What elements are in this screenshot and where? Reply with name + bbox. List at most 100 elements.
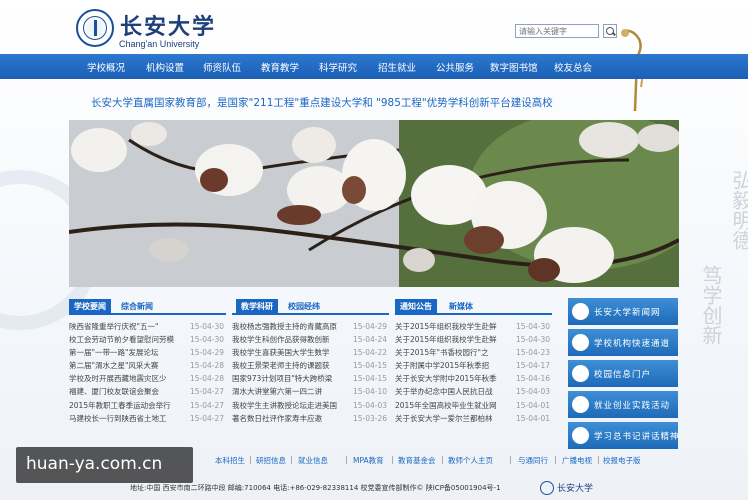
link-employment[interactable]: 就业信息	[298, 455, 328, 466]
list-item[interactable]: 渭水大讲堂第六第一四二讲 15-04-10	[232, 385, 389, 398]
divider	[510, 456, 511, 464]
nav-item-departments[interactable]: 机构设置	[146, 60, 184, 74]
list-item-title[interactable]: 关于2015年组织我校学生赴鲜	[395, 320, 508, 333]
list-item-title[interactable]: 国家973计划项目"特大跨桥梁	[232, 372, 345, 385]
list-item-title[interactable]: 第二届"渭水之星"风采大赛	[69, 359, 182, 372]
list-item-title[interactable]: 我校王景荣老师主持的课题获	[232, 359, 345, 372]
list-item-title[interactable]: 关于附属中学2015年秋季招	[395, 359, 508, 372]
list-item[interactable]: 关于举办纪念中国人民抗日战 15-04-03	[395, 385, 552, 398]
people-icon	[572, 396, 589, 413]
list-item-title[interactable]: 关于2015年"书香校园行"之	[395, 346, 508, 359]
list-item-date: 15-04-28	[189, 374, 224, 384]
calligraphy-motto-2: 笃学创新	[698, 265, 724, 351]
nav-item-alumni[interactable]: 校友总会	[554, 60, 592, 74]
list-item-title[interactable]: 陕西省隆重举行庆祝"五一"	[69, 320, 182, 333]
list-item-title[interactable]: 渭水大讲堂第六第一四二讲	[232, 385, 345, 398]
tab-school-news[interactable]: 学校要闻	[69, 299, 111, 315]
tab-general-news[interactable]: 综合新闻	[115, 299, 159, 315]
list-item-title[interactable]: 关于举办纪念中国人民抗日战	[395, 385, 508, 398]
list-item-date: 15-04-22	[352, 348, 387, 358]
list-item[interactable]: 关于附属中学2015年秋季招 15-04-17	[395, 359, 552, 372]
watermark-text: huan-ya.com.cn	[26, 454, 163, 474]
list-item[interactable]: 我校杨志强教授主持的青藏高原 15-04-29	[232, 320, 389, 333]
link-tongxing[interactable]: 与通同行	[518, 455, 548, 466]
tab-teaching-research[interactable]: 教学科研	[236, 299, 278, 315]
brand-name[interactable]: 长安大学	[120, 9, 216, 41]
link-undergrad-admission[interactable]: 本科招生	[215, 455, 245, 466]
list-item-title[interactable]: 关于长安大学附中2015年秋季	[395, 372, 508, 385]
list-item[interactable]: 国家973计划项目"特大跨桥梁 15-04-15	[232, 372, 389, 385]
banner-photo[interactable]	[69, 120, 679, 287]
list-item[interactable]: 我校学生喜获美国大学生数学 15-04-22	[232, 346, 389, 359]
list-item[interactable]: 我校王景荣老师主持的课题获 15-04-15	[232, 359, 389, 372]
list-item[interactable]: 福建、厦门校友联谊会聚会 15-04-27	[69, 385, 226, 398]
list-item[interactable]: 著名数日社评作家寿丰应邀 15-03-26	[232, 412, 389, 425]
list-item-title[interactable]: 福建、厦门校友联谊会聚会	[69, 385, 182, 398]
link-faculty-homepage[interactable]: 教师个人主页	[448, 455, 493, 466]
list-item[interactable]: 陕西省隆重举行庆祝"五一" 15-04-30	[69, 320, 226, 333]
list-item-title[interactable]: 马建校长一行到陕西省土地工	[69, 412, 182, 425]
nav-item-library[interactable]: 数字图书馆	[490, 60, 538, 74]
slogan: 长安大学直属国家教育部，是国家"211工程"重点建设大学和 "985工程"优势学…	[91, 97, 553, 109]
list-item-title[interactable]: 我校学生主讲教授论坛走进美国	[232, 399, 345, 412]
tab-campus[interactable]: 校园经纬	[282, 299, 326, 315]
divider	[250, 456, 251, 464]
list-item-date: 15-04-27	[189, 400, 224, 410]
calligraphy-motto-1: 弘毅明德	[728, 170, 748, 256]
link-broadcast[interactable]: 广播电视	[562, 455, 592, 466]
divider	[346, 456, 347, 464]
search-input[interactable]	[515, 24, 599, 38]
list-item-title[interactable]: 我校杨志强教授主持的青藏高原	[232, 320, 345, 333]
quick-link-news-site-button[interactable]: 长安大学新闻网	[568, 298, 678, 325]
list-item-title[interactable]: 我校学生喜获美国大学生数学	[232, 346, 345, 359]
news-list-notices: 关于2015年组织我校学生赴鲜 15-04-30 关于2015年组织我校学生赴鲜 1…	[395, 320, 552, 425]
list-item[interactable]: 2015年全国高校毕业生就业网 15-04-01	[395, 399, 552, 412]
quick-link-label: 就业创业实践活动	[594, 401, 671, 411]
list-item-title[interactable]: 关于2015年组织我校学生赴鲜	[395, 333, 508, 346]
list-item-title[interactable]: 2015年教职工春季运动会举行	[69, 399, 182, 412]
list-item[interactable]: 关于长安大学一爱尔兰都柏林 15-04-01	[395, 412, 552, 425]
list-item[interactable]: 马建校长一行到陕西省土地工 15-04-27	[69, 412, 226, 425]
list-item[interactable]: 学校及时开展西藏地震灾区少 15-04-28	[69, 372, 226, 385]
nav-item-research[interactable]: 科学研究	[319, 60, 357, 74]
list-item-date: 15-04-30	[515, 322, 550, 331]
nav-item-faculty[interactable]: 师资队伍	[203, 60, 241, 74]
list-item[interactable]: 第二届"渭水之星"风采大赛 15-04-28	[69, 359, 226, 372]
nav-item-services[interactable]: 公共服务	[436, 60, 474, 74]
list-item-date: 15-04-29	[189, 348, 224, 358]
list-item-date: 15-04-03	[352, 400, 387, 410]
list-item-title[interactable]: 著名数日社评作家寿丰应邀	[232, 412, 345, 425]
list-item-date: 15-04-16	[515, 374, 550, 384]
list-item-title[interactable]: 第一届"一带一路"发展论坛	[69, 346, 182, 359]
list-item[interactable]: 关于长安大学附中2015年秋季 15-04-16	[395, 372, 552, 385]
list-item[interactable]: 我校学生主讲教授论坛走进美国 15-04-03	[232, 399, 389, 412]
link-foundation[interactable]: 教育基金会	[398, 455, 436, 466]
nav-item-admissions[interactable]: 招生就业	[378, 60, 416, 74]
list-item[interactable]: 2015年教职工春季运动会举行 15-04-27	[69, 399, 226, 412]
list-item-title[interactable]: 2015年全国高校毕业生就业网	[395, 399, 508, 412]
university-logo-icon[interactable]	[76, 9, 114, 47]
link-grad-admission[interactable]: 研招信息	[256, 455, 286, 466]
list-item[interactable]: 我校学生科创作品获得教创新 15-04-24	[232, 333, 389, 346]
news-panel-research: 教学科研 校园经纬 我校杨志强教授主持的青藏高原 15-04-29 我校学生科创作…	[232, 299, 389, 449]
quick-link-practice-button[interactable]: 就业创业实践活动	[568, 391, 678, 418]
list-item-title[interactable]: 关于长安大学一爱尔兰都柏林	[395, 412, 508, 425]
list-item[interactable]: 关于2015年组织我校学生赴鲜 15-04-30	[395, 320, 552, 333]
quick-link-departments-button[interactable]: 学校机构快速通道	[568, 329, 678, 356]
list-item-title[interactable]: 校工会劳动节前夕看望慰问劳模	[69, 333, 182, 346]
list-item-title[interactable]: 学校及时开展西藏地震灾区少	[69, 372, 182, 385]
nav-item-overview[interactable]: 学校概况	[87, 60, 125, 74]
list-item[interactable]: 第一届"一带一路"发展论坛 15-04-29	[69, 346, 226, 359]
list-item-title[interactable]: 我校学生科创作品获得教创新	[232, 333, 345, 346]
quick-link-portal-button[interactable]: 校园信息门户	[568, 360, 678, 387]
list-item-date: 15-04-01	[515, 413, 550, 423]
list-item[interactable]: 关于2015年"书香校园行"之 15-04-23	[395, 346, 552, 359]
link-e-paper[interactable]: 校报电子版	[603, 455, 641, 466]
tab-new-media[interactable]: 新媒体	[441, 299, 481, 315]
tab-notices[interactable]: 通知公告	[395, 299, 437, 315]
nav-item-education[interactable]: 教育教学	[261, 60, 299, 74]
link-mpa[interactable]: MPA教育	[353, 455, 384, 466]
list-item[interactable]: 关于2015年组织我校学生赴鲜 15-04-30	[395, 333, 552, 346]
list-item[interactable]: 校工会劳动节前夕看望慰问劳模 15-04-30	[69, 333, 226, 346]
quick-link-study-button[interactable]: 学习总书记讲话精神	[568, 422, 679, 449]
